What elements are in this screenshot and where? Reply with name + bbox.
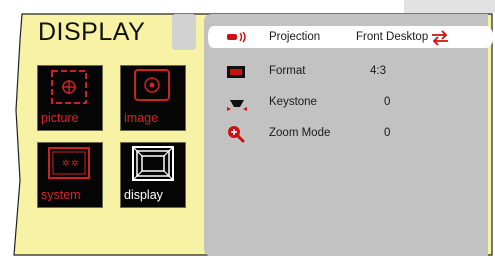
setting-row-format[interactable]: Format 4:3	[225, 62, 425, 82]
projection-value: Front Desktop	[356, 31, 429, 43]
projector-icon	[227, 31, 246, 43]
setting-row-keystone[interactable]: Keystone 0	[225, 93, 425, 113]
tile-label-image: image	[124, 111, 159, 125]
zoom-mode-label: Zoom Mode	[269, 127, 331, 139]
projection-label: Projection	[269, 31, 321, 43]
tile-image[interactable]: image	[120, 65, 186, 131]
zoom-mode-value: 0	[384, 127, 391, 139]
tile-label-display: display	[124, 188, 163, 202]
format-label: Format	[269, 65, 306, 77]
tile-label-system: system	[41, 188, 81, 202]
menu-title: DISPLAY	[38, 18, 146, 46]
tile-picture[interactable]: picture	[37, 65, 103, 131]
keystone-icon	[227, 100, 247, 111]
setting-row-zoom-mode[interactable]: Zoom Mode 0	[225, 124, 425, 144]
swap-arrows-icon[interactable]	[430, 30, 450, 46]
tile-display[interactable]: display	[120, 142, 186, 208]
keystone-value: 0	[384, 96, 391, 108]
format-value: 4:3	[370, 65, 386, 77]
tile-system[interactable]: ✲ ✲ system	[37, 142, 103, 208]
svg-text:✲: ✲	[62, 159, 70, 169]
setting-row-projection[interactable]: Projection Front Desktop	[225, 28, 485, 48]
aspect-ratio-icon	[227, 66, 245, 78]
keystone-label: Keystone	[269, 96, 317, 108]
tile-label-picture: picture	[41, 111, 79, 125]
svg-text:✲: ✲	[71, 159, 79, 169]
zoom-icon	[228, 126, 245, 143]
